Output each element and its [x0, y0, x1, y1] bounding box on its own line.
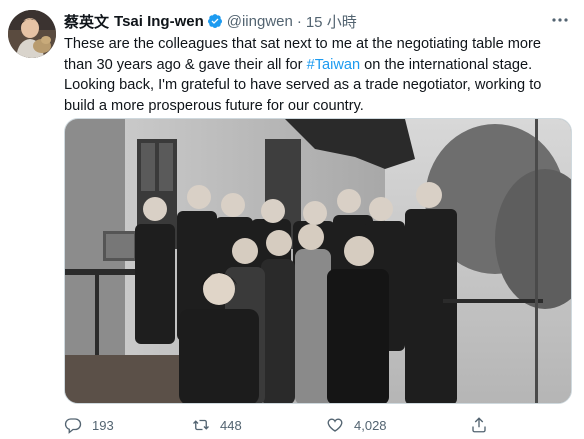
share-icon	[472, 417, 486, 433]
avatar[interactable]	[8, 10, 56, 58]
tweet-text-line: build a more prosperous future for our c…	[64, 97, 364, 114]
retweet-icon	[193, 419, 209, 431]
tweet-text-line: than 30 years ago & gave their all for #…	[64, 55, 574, 76]
author-handle[interactable]: @iingwen	[227, 13, 293, 30]
tweet-text-segment: on the international stage.	[360, 56, 533, 73]
tweet-timestamp[interactable]: 15 小時	[306, 11, 357, 32]
tweet-photo[interactable]	[64, 118, 572, 404]
retweet-button[interactable]: 448	[192, 416, 242, 434]
like-button[interactable]: 4,028	[326, 416, 387, 434]
author-name-en[interactable]: Tsai Ing-wen	[114, 13, 204, 30]
tweet-actions: 193 448 4,028	[64, 414, 574, 436]
tweet-text-line: These are the colleagues that sat next t…	[64, 36, 542, 52]
tweet[interactable]: 蔡英文 Tsai Ing-wen @iingwen · 15 小時 These …	[0, 0, 584, 439]
like-count: 4,028	[354, 417, 387, 433]
reply-button[interactable]: 193	[64, 416, 114, 434]
tweet-header: 蔡英文 Tsai Ing-wen @iingwen · 15 小時	[64, 10, 544, 32]
more-options-icon[interactable]	[550, 12, 570, 28]
separator-dot: ·	[296, 12, 302, 30]
like-icon	[327, 418, 343, 432]
tweet-text: These are the colleagues that sat next t…	[64, 34, 574, 116]
retweet-count: 448	[220, 417, 242, 433]
reply-icon	[64, 418, 82, 434]
tweet-text-segment: than 30 years ago & gave their all for	[64, 56, 307, 73]
verified-badge-icon	[207, 14, 222, 28]
tweet-text-line: Looking back, I'm grateful to have serve…	[64, 77, 542, 93]
hashtag-link[interactable]: #Taiwan	[307, 57, 361, 73]
share-button[interactable]	[470, 416, 498, 434]
reply-count: 193	[92, 417, 114, 433]
author-name-zh[interactable]: 蔡英文	[64, 11, 109, 32]
